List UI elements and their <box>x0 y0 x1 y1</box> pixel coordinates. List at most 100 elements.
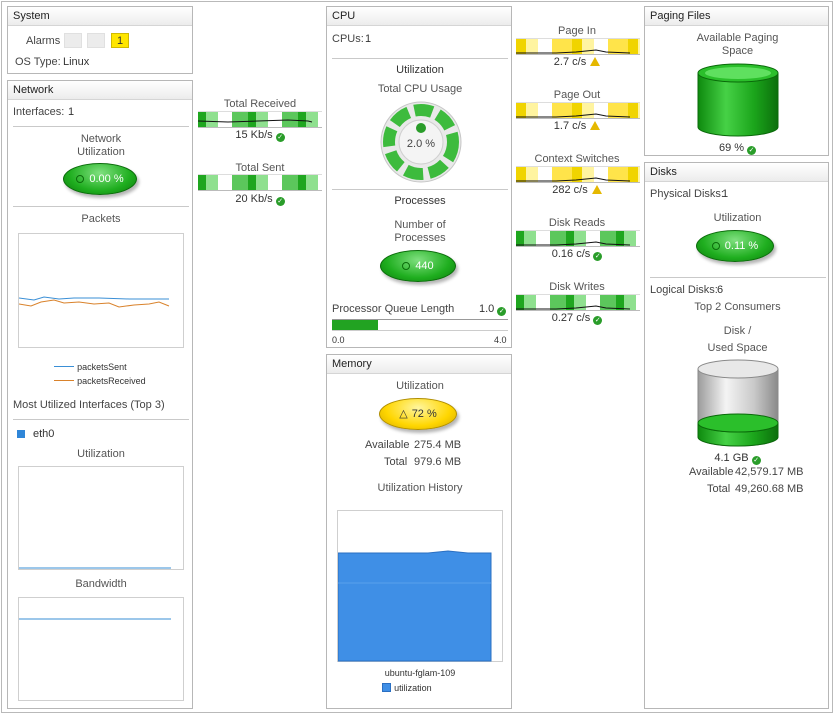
utilization-history-title: Utilization History <box>377 482 463 494</box>
disk-total-label: Total <box>707 483 731 495</box>
alarm-box-warning[interactable]: 1 <box>111 33 129 48</box>
total-received-spark[interactable] <box>198 111 322 128</box>
disk-used-value: 4.1 GB <box>714 452 749 464</box>
ok-check-icon: ✓ <box>747 146 757 155</box>
spark-line <box>516 113 631 118</box>
alarm-box-critical[interactable] <box>64 33 82 48</box>
rate-value-row: 0.27 c/s ✓ <box>514 312 640 325</box>
spark-line <box>198 119 313 123</box>
total-sent-value-row: 20 Kb/s ✓ <box>197 193 323 206</box>
status-dot-icon <box>76 175 85 183</box>
paging-files-panel: Paging Files Available Paging Space 69 %… <box>644 6 829 156</box>
interface-utilization-chart[interactable] <box>18 466 184 570</box>
alarms-label: Alarms <box>26 35 61 47</box>
utilization-history-chart[interactable] <box>337 510 503 662</box>
num-processes-gauge[interactable]: 440 <box>380 250 456 282</box>
total-received-value: 15 Kb/s <box>235 129 273 141</box>
ok-check-icon: ✓ <box>497 307 507 316</box>
paging-space-cylinder[interactable] <box>697 63 779 139</box>
rate-value-row: 1.7 c/s <box>514 120 640 132</box>
memory-title: Memory <box>327 355 511 374</box>
cpu-usage-value: 2.0 % <box>406 138 436 150</box>
memory-legend: utilization <box>382 682 432 694</box>
alarm-box-major[interactable] <box>87 33 105 48</box>
rate-sparkline[interactable] <box>516 102 640 119</box>
spark-line <box>516 305 631 310</box>
queue-max-label: 4.0 <box>494 335 507 345</box>
queue-length-fill <box>332 320 379 330</box>
total-cpu-usage-label: Total CPU Usage <box>377 83 463 95</box>
rate-label: Disk Reads <box>548 217 606 229</box>
divider <box>13 206 189 207</box>
utilization-history-area <box>337 550 492 662</box>
network-utilization-value: 0.00 % <box>89 173 124 185</box>
legend-swatch-sent <box>54 366 74 367</box>
interface-utilization-svg <box>19 567 171 569</box>
num-processes-label-1: Number of <box>394 219 446 231</box>
memory-panel: Memory Utilization △ 72 % Available 275.4… <box>326 354 512 709</box>
memory-available-value: 275.4 MB <box>414 439 462 451</box>
spark-line-svg <box>516 305 631 310</box>
spark-line-svg <box>516 49 631 54</box>
rate-value-row: 0.16 c/s ✓ <box>514 248 640 261</box>
total-received-value-row: 15 Kb/s ✓ <box>197 129 323 142</box>
rate-sparkline[interactable] <box>516 230 640 247</box>
spark-line <box>516 177 631 182</box>
interfaces-value: 1 <box>68 106 75 118</box>
packets-received-line <box>18 299 170 308</box>
interface-color-swatch <box>17 430 25 438</box>
paging-value-row: 69 % ✓ <box>645 142 830 155</box>
divider <box>332 189 508 190</box>
rate-value: 0.27 c/s <box>551 312 591 324</box>
rate-sparkline[interactable] <box>516 166 640 183</box>
rate-value: 282 c/s <box>552 184 588 196</box>
disk-total-value: 49,260.68 MB <box>735 483 804 495</box>
queue-min-label: 0.0 <box>332 335 345 345</box>
legend-sent-label: packetsSent <box>77 362 127 372</box>
disk-used-space-cylinder[interactable] <box>697 359 779 449</box>
cpu-title: CPU <box>327 7 511 26</box>
network-utilization-gauge[interactable]: 0.00 % <box>63 163 137 195</box>
spark-line <box>516 241 631 246</box>
rate-value-row: 282 c/s <box>514 184 640 196</box>
ok-check-icon: ✓ <box>593 316 603 325</box>
rate-sparkline[interactable] <box>516 38 640 55</box>
warning-icon: △ <box>399 408 408 420</box>
processes-section: Processes <box>394 195 446 207</box>
legend-packets-received: packetsReceived <box>54 375 146 387</box>
warning-icon <box>590 121 601 130</box>
ok-check-icon <box>416 123 426 133</box>
num-processes-label-2: Processes <box>394 232 446 244</box>
os-type-value: Linux <box>63 56 90 68</box>
utilization-history-svg <box>337 550 492 662</box>
disk-utilization-label: Utilization <box>713 212 762 224</box>
disk-label-1: Disk / <box>723 325 752 337</box>
physical-disks-label: Physical Disks: <box>650 188 724 200</box>
disk-used-value-row: 4.1 GB ✓ <box>645 452 830 465</box>
disk-available-label: Available <box>689 466 734 478</box>
interface-bandwidth-svg <box>19 618 171 620</box>
total-sent-spark[interactable] <box>198 174 322 191</box>
interface-utilization-title: Utilization <box>77 448 125 460</box>
rate-sparkline[interactable] <box>516 294 640 311</box>
cylinder-used-top <box>697 413 779 433</box>
packets-sent-line <box>18 296 169 301</box>
physical-disks-value: 1 <box>722 188 729 200</box>
interface-name-link[interactable]: eth0 <box>33 428 54 440</box>
logical-disks-value: 6 <box>717 284 724 296</box>
os-type-label: OS Type: <box>15 56 61 68</box>
legend-packets-sent: packetsSent <box>54 361 127 373</box>
memory-utilization-gauge[interactable]: △ 72 % <box>379 398 457 430</box>
system-panel: System Alarms 1 OS Type: Linux <box>7 6 193 74</box>
cpu-usage-gauge[interactable]: 2.0 % <box>379 100 463 184</box>
packets-chart[interactable] <box>18 233 184 348</box>
interface-bandwidth-chart[interactable] <box>18 597 184 701</box>
paging-cylinder-svg <box>697 63 779 137</box>
spark-line-svg <box>516 177 631 182</box>
network-title: Network <box>8 81 192 100</box>
queue-length-bar[interactable] <box>332 319 508 331</box>
packets-title: Packets <box>81 213 121 225</box>
disk-utilization-gauge[interactable]: 0.11 % <box>696 230 774 262</box>
network-utilization-label-1: Network <box>80 133 122 145</box>
ok-check-icon: ✓ <box>593 252 603 261</box>
